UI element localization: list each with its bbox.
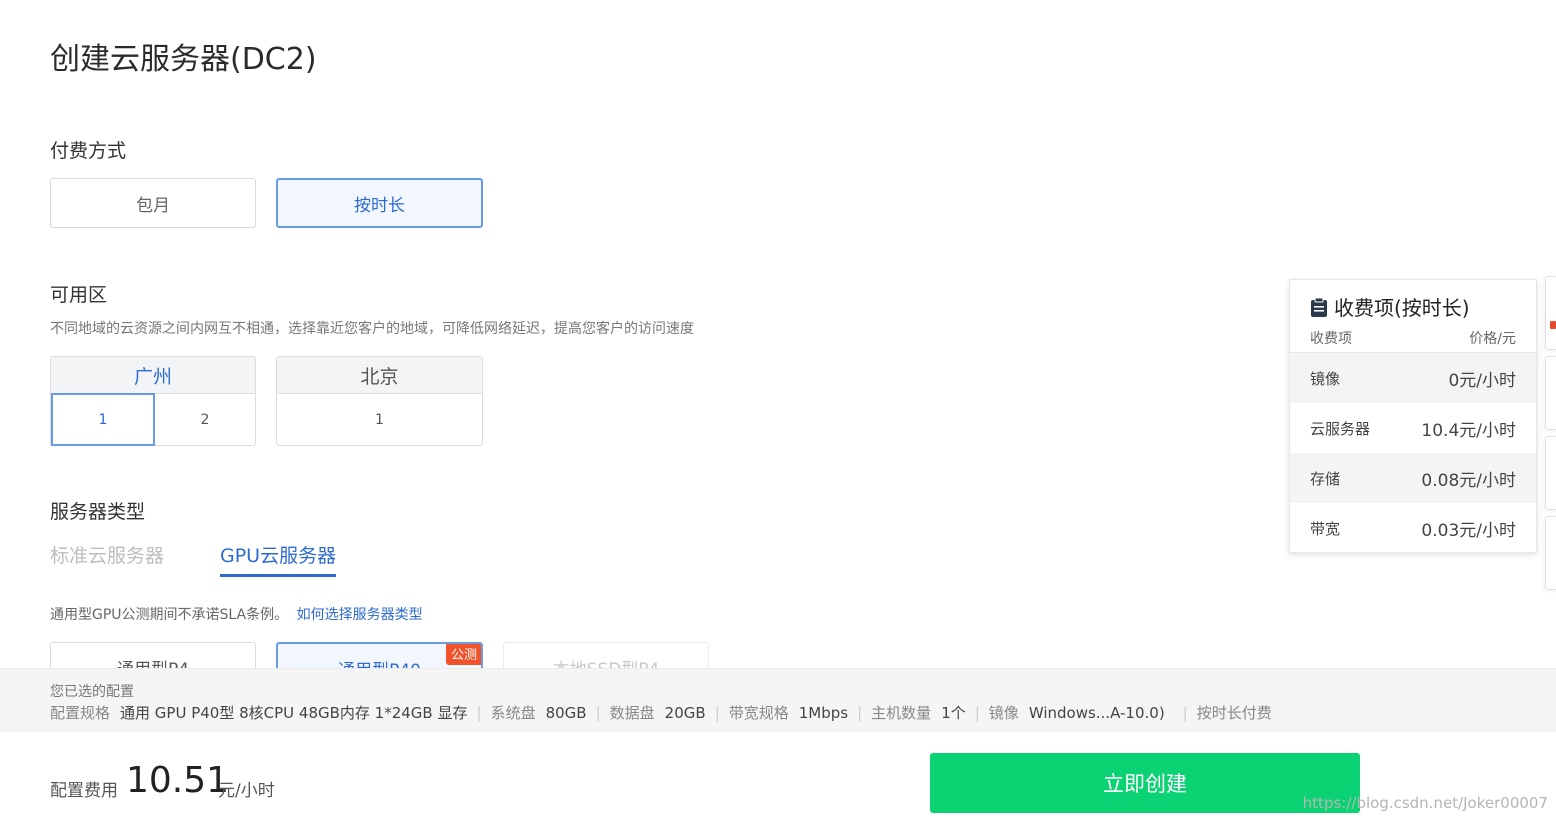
- bandwidth-key: 带宽规格: [728, 704, 789, 722]
- fee-row-storage: 存储 0.08元/小时: [1290, 453, 1536, 503]
- fee-row-name: 镜像: [1310, 369, 1341, 388]
- fee-row-image: 镜像 0元/小时: [1290, 353, 1536, 403]
- zone-option-beijing-1[interactable]: 1: [277, 394, 482, 446]
- side-float-tab[interactable]: [1545, 436, 1556, 510]
- fee-row-server: 云服务器 10.4元/小时: [1290, 403, 1536, 453]
- divider: |: [476, 703, 482, 722]
- selected-config-label: 您已选的配置: [50, 684, 134, 700]
- fee-row-bandwidth: 带宽 0.03元/小时: [1290, 503, 1536, 553]
- fee-col-item: 收费项: [1310, 331, 1352, 347]
- hosts-value: 1个: [941, 704, 966, 722]
- help-link-server-type[interactable]: 如何选择服务器类型: [297, 607, 423, 623]
- selected-config-bar: 您已选的配置 配置规格 通用 GPU P40型 8核CPU 48GB内存 1*2…: [0, 668, 1556, 733]
- spec-value: 通用 GPU P40型 8核CPU 48GB内存 1*24GB 显存: [120, 704, 468, 722]
- side-float-tab[interactable]: [1545, 276, 1556, 350]
- fee-row-price: 0.08元/小时: [1421, 470, 1516, 491]
- clipboard-icon: [1311, 297, 1327, 317]
- fee-row-name: 云服务器: [1310, 419, 1371, 438]
- cost-unit: 元/小时: [218, 781, 275, 801]
- divider: |: [714, 703, 720, 722]
- server-type-section-title: 服务器类型: [50, 501, 146, 523]
- zone-section-title: 可用区: [50, 284, 108, 306]
- region-card-guangzhou: 广州 1 2: [50, 356, 256, 446]
- tab-gpu-server[interactable]: GPU云服务器: [220, 541, 337, 577]
- fee-row-name: 存储: [1310, 469, 1341, 488]
- zone-option-guangzhou-2[interactable]: 2: [155, 394, 255, 446]
- region-name[interactable]: 北京: [277, 357, 482, 394]
- fee-col-price: 价格/元: [1469, 331, 1516, 347]
- spec-key: 配置规格: [50, 704, 111, 722]
- fee-table-header: 收费项 价格/元: [1290, 328, 1536, 353]
- image-key: 镜像: [988, 704, 1019, 722]
- watermark: https://blog.csdn.net/Joker00007: [1302, 794, 1548, 812]
- side-float-tab[interactable]: [1545, 356, 1556, 430]
- page-title: 创建云服务器(DC2): [50, 42, 317, 77]
- divider: |: [974, 703, 980, 722]
- divider: |: [857, 703, 863, 722]
- region-card-beijing: 北京 1: [276, 356, 483, 446]
- fee-panel-title: 收费项(按时长): [1310, 292, 1470, 321]
- cost-label: 配置费用: [50, 781, 118, 801]
- datadisk-value: 20GB: [664, 703, 706, 722]
- fee-row-price: 10.4元/小时: [1421, 420, 1516, 441]
- selected-config-details: 配置规格 通用 GPU P40型 8核CPU 48GB内存 1*24GB 显存 …: [50, 702, 1282, 723]
- fee-row-name: 带宽: [1310, 519, 1341, 538]
- divider: |: [595, 703, 601, 722]
- datadisk-key: 数据盘: [609, 704, 655, 722]
- bandwidth-value: 1Mbps: [798, 703, 849, 722]
- hosts-key: 主机数量: [871, 704, 932, 722]
- payment-section-title: 付费方式: [50, 140, 127, 162]
- divider: |: [1182, 703, 1188, 722]
- image-value: Windows...A-10.0): [1028, 703, 1165, 722]
- side-tab-marker-icon: [1550, 321, 1556, 329]
- cost-value: 10.51: [126, 760, 230, 801]
- region-name[interactable]: 广州: [51, 357, 255, 394]
- tab-standard-server[interactable]: 标准云服务器: [50, 541, 164, 574]
- side-float-tab[interactable]: [1545, 516, 1556, 590]
- payment-option-monthly[interactable]: 包月: [50, 178, 256, 228]
- zone-option-guangzhou-1[interactable]: 1: [51, 393, 155, 446]
- footer-bar: 配置费用 10.51 元/小时 立即创建 https://blog.csdn.n…: [0, 732, 1556, 824]
- payment-option-hourly[interactable]: 按时长: [276, 178, 483, 228]
- sysdisk-value: 80GB: [545, 703, 587, 722]
- gpu-notice-text: 通用型GPU公测期间不承诺SLA条例。: [50, 607, 289, 623]
- zone-hint: 不同地域的云资源之间内网互不相通，选择靠近您客户的地域，可降低网络延迟，提高您客…: [50, 321, 694, 337]
- fee-panel: 收费项(按时长) 收费项 价格/元 镜像 0元/小时 云服务器 10.4元/小时…: [1289, 279, 1537, 553]
- billing-mode: 按时长付费: [1196, 704, 1272, 722]
- create-now-button[interactable]: 立即创建: [930, 753, 1360, 813]
- fee-panel-title-text: 收费项(按时长): [1334, 296, 1470, 320]
- sysdisk-key: 系统盘: [490, 704, 536, 722]
- fee-row-price: 0元/小时: [1448, 370, 1516, 391]
- gpu-notice: 通用型GPU公测期间不承诺SLA条例。 如何选择服务器类型: [50, 604, 423, 624]
- fee-row-price: 0.03元/小时: [1421, 520, 1516, 541]
- beta-badge: 公测: [445, 644, 481, 665]
